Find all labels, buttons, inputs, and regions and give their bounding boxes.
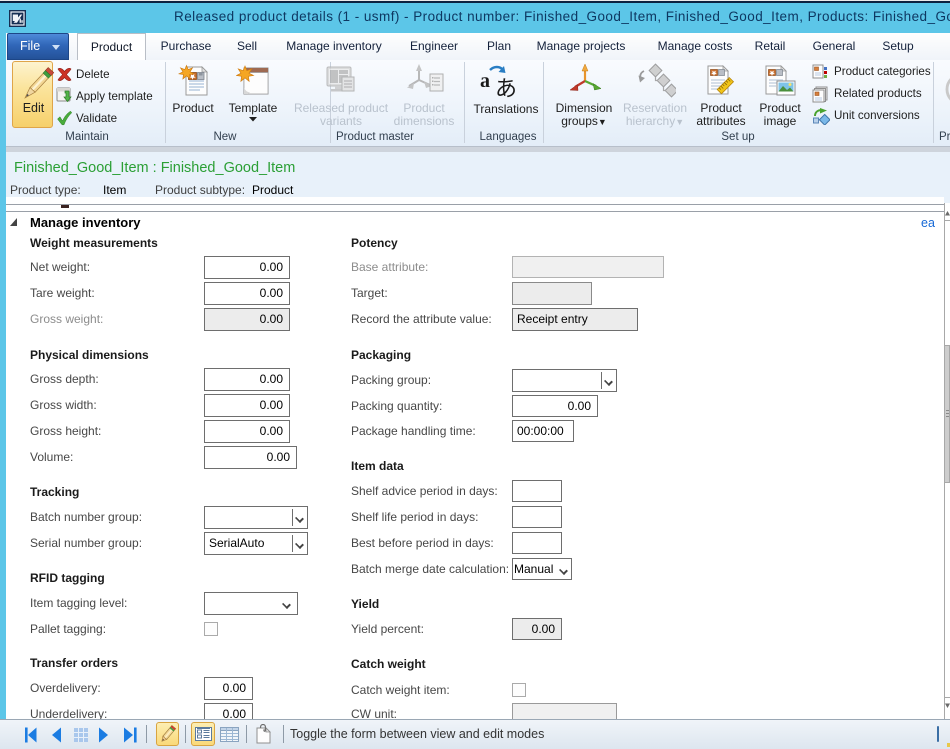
svg-text:あ: あ — [495, 76, 517, 100]
svg-text:a: a — [480, 70, 490, 92]
